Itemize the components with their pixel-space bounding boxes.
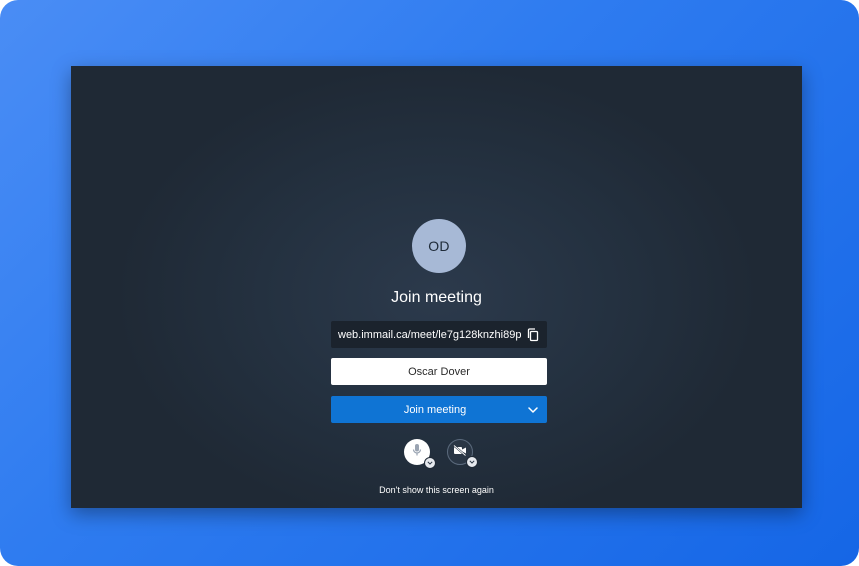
avatar-initials: OD (428, 238, 450, 254)
camera-off-icon (453, 443, 467, 461)
background-frame: OD Join meeting web.immail.ca/meet/le7g1… (0, 0, 859, 566)
camera-options-chevron-icon[interactable] (466, 456, 478, 468)
microphone-button[interactable] (404, 439, 436, 469)
page-title: Join meeting (391, 289, 482, 306)
meeting-url-box: web.immail.ca/meet/le7g128knzhi89p (331, 321, 547, 348)
mic-options-chevron-icon[interactable] (424, 457, 436, 469)
chevron-down-icon[interactable] (519, 396, 547, 423)
avatar: OD (412, 219, 466, 273)
join-meeting-label: Join meeting (403, 403, 467, 416)
dont-show-again-link[interactable]: Don't show this screen again (71, 485, 802, 495)
copy-icon[interactable] (525, 326, 541, 343)
meeting-prejoin-window: OD Join meeting web.immail.ca/meet/le7g1… (71, 66, 802, 508)
camera-button[interactable] (447, 439, 478, 468)
join-meeting-button[interactable]: Join meeting (331, 396, 547, 423)
name-field[interactable] (331, 358, 547, 385)
microphone-icon (412, 443, 422, 462)
meeting-url-text: web.immail.ca/meet/le7g128knzhi89p (338, 328, 522, 341)
